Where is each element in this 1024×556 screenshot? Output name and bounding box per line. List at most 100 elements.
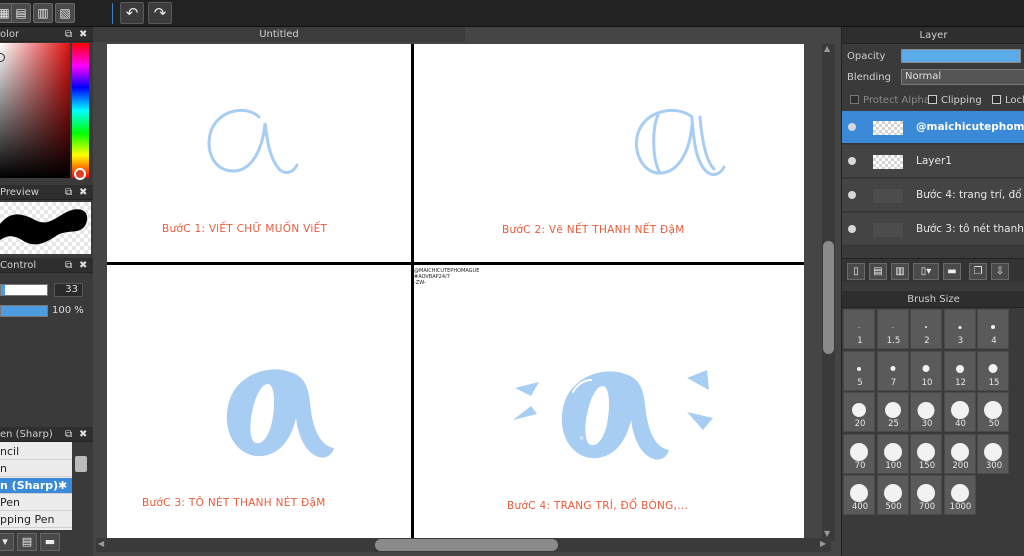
detach-icon[interactable]: ⧉ [65, 185, 72, 200]
brush-size-cell[interactable]: 1000 [943, 475, 976, 515]
brush-size-cell[interactable]: 10 [910, 350, 942, 391]
brush-item-pencil[interactable]: ncil [0, 444, 72, 460]
layer-name: Bước 4: trang trí, đổ bóng [916, 189, 1024, 201]
undo-icon[interactable]: ↶ [120, 2, 144, 24]
checkbox-box[interactable] [850, 95, 859, 104]
hue-slider[interactable] [72, 43, 89, 178]
layout-icon[interactable]: ▥ [33, 3, 53, 23]
brush-size-cell[interactable]: 50 [977, 392, 1009, 432]
scrollbar-thumb[interactable] [375, 539, 558, 551]
close-icon[interactable]: ✖ [79, 258, 87, 273]
new-layer-icon[interactable]: ▯ [847, 263, 865, 280]
visibility-eye-icon[interactable] [848, 225, 856, 233]
layer-row[interactable]: @maichicutephomagu [842, 111, 1024, 144]
add-layer-menu-icon[interactable]: ▯▾ [913, 263, 939, 280]
brush-item-dipping-pen[interactable]: pping Pen [0, 512, 72, 528]
add-brush-icon[interactable]: ▾ [0, 533, 14, 551]
layer-row[interactable]: Bước 3: tô nét thanh nét đậm [842, 213, 1024, 246]
blending-select[interactable]: Normal [901, 69, 1024, 85]
close-icon[interactable]: ✖ [79, 185, 87, 200]
watermark-text: @MAICHICUTEPHOMAGUE #AOVBAP24/7 -ZW- [414, 268, 479, 286]
step1-letter-a [207, 108, 299, 174]
page-icon[interactable]: ▤ [11, 3, 31, 23]
scrollbar-thumb[interactable] [823, 241, 834, 354]
brush-item-pen[interactable]: n [0, 461, 72, 477]
scroll-right-icon[interactable]: ▶ [820, 539, 826, 548]
brush-size-cell[interactable]: 40 [943, 392, 976, 432]
brush-size-slider[interactable] [0, 284, 48, 296]
redo-icon[interactable]: ↷ [148, 2, 172, 24]
scroll-left-icon[interactable]: ◀ [98, 539, 104, 548]
brush-size-label: 300 [985, 460, 1003, 471]
brush-size-cell[interactable]: 12 [943, 350, 976, 391]
brush-item-g-pen[interactable]: Pen [0, 495, 72, 511]
new-layer-1bit-icon[interactable]: ▥ [891, 263, 909, 280]
clipping-checkbox[interactable]: Clipping [928, 95, 982, 107]
brush-size-dot [950, 401, 969, 419]
checkbox-box[interactable] [992, 95, 1001, 104]
detach-icon[interactable]: ⧉ [65, 27, 72, 42]
layer-row[interactable]: Bước 4: trang trí, đổ bóng [842, 179, 1024, 212]
brush-size-cell[interactable]: 2 [910, 309, 942, 349]
brush-size-cell[interactable]: 500 [876, 475, 909, 515]
brush-size-cell[interactable]: 1 [843, 309, 875, 349]
brush-size-title: Brush Size [842, 291, 1024, 308]
brush-size-cell[interactable]: 30 [910, 392, 942, 432]
document-tab[interactable]: Untitled [93, 27, 465, 42]
brush-item-pen-sharp[interactable]: n (Sharp) ✱ [0, 478, 72, 494]
brush-size-value[interactable]: 33 [54, 283, 83, 297]
gear-icon[interactable]: ✱ [58, 478, 67, 493]
visibility-eye-icon[interactable] [848, 191, 856, 199]
brush-size-cell[interactable]: 25 [876, 392, 909, 432]
close-icon[interactable]: ✖ [79, 427, 87, 442]
canvas-page[interactable]: BướC 1: ViẾT CHỮ MUỐN ViẾT BướC 2: Vẽ NẾ… [107, 44, 804, 538]
layer-name: Bước 3: tô nét thanh nét đậm [916, 223, 1024, 235]
brush-size-cell[interactable]: 100 [876, 433, 909, 474]
hue-slider-knob[interactable] [74, 168, 86, 180]
scrollbar-thumb[interactable] [75, 456, 87, 472]
brush-size-cell[interactable]: 7 [876, 350, 909, 391]
scroll-down-icon[interactable]: ▼ [824, 529, 830, 538]
brush-size-cell[interactable]: 150 [910, 433, 942, 474]
visibility-eye-icon[interactable] [848, 157, 856, 165]
protect-alpha-checkbox[interactable]: Protect Alpha [850, 95, 930, 107]
duplicate-layer-icon[interactable]: ❐ [969, 263, 987, 280]
brush-list-scrollbar[interactable] [73, 442, 89, 532]
tiles-icon[interactable]: ▧ [55, 3, 75, 23]
new-layer-8bit-icon[interactable]: ▤ [869, 263, 887, 280]
brush-size-cell[interactable]: 20 [843, 392, 875, 432]
folder-icon[interactable]: ▬ [40, 533, 60, 551]
brush-size-cell[interactable]: 300 [977, 433, 1009, 474]
visibility-eye-icon[interactable] [848, 123, 856, 131]
layer-opacity-slider[interactable] [901, 49, 1021, 63]
brush-size-cell[interactable]: 200 [943, 433, 976, 474]
close-icon[interactable]: ✖ [79, 27, 87, 42]
layer-row[interactable]: Layer1 [842, 145, 1024, 178]
color-saturation-box[interactable] [0, 43, 70, 178]
brush-size-cell[interactable]: 70 [843, 433, 875, 474]
detach-icon[interactable]: ⧉ [65, 258, 72, 273]
brush-list-title: en (Sharp) [0, 429, 53, 440]
brush-settings-icon[interactable]: ▤ [17, 533, 37, 551]
merge-layer-icon[interactable]: ⇩ [991, 263, 1009, 280]
brush-size-cell[interactable]: 1.5 [876, 309, 909, 349]
layer-thumbnail [873, 155, 903, 169]
brush-opacity-slider[interactable] [0, 305, 48, 317]
canvas-area: Untitled BướC 1: ViẾT CHỮ MUỐN ViẾT BướC… [93, 27, 841, 556]
scroll-up-icon[interactable]: ▲ [824, 44, 830, 53]
brush-size-label: 100 [885, 460, 902, 471]
canvas-vertical-scrollbar[interactable]: ▲ ▼ [822, 44, 835, 541]
brush-size-cell[interactable]: 5 [843, 350, 875, 391]
canvas-horizontal-scrollbar[interactable]: ◀ ▶ [96, 538, 831, 552]
brush-size-cell[interactable]: 700 [910, 475, 942, 515]
detach-icon[interactable]: ⧉ [65, 427, 72, 442]
brush-size-cell[interactable]: 4 [977, 309, 1009, 349]
lock-checkbox[interactable]: Lock [992, 95, 1024, 107]
brush-size-cell[interactable]: 400 [843, 475, 875, 515]
brush-size-cell[interactable]: 15 [977, 350, 1009, 391]
folder-icon[interactable]: ▬ [943, 263, 961, 280]
brush-size-cell[interactable]: 3 [943, 309, 976, 349]
checkbox-box[interactable] [928, 95, 937, 104]
brush-size-label: 1 [857, 336, 863, 346]
toolbar-divider [112, 3, 113, 24]
